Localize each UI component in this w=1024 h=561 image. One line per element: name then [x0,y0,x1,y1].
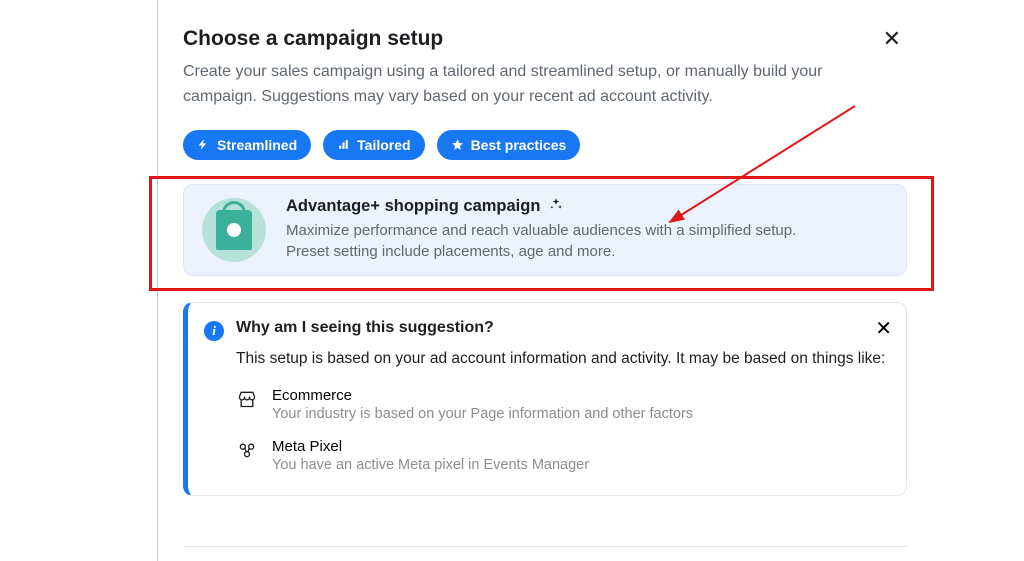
page-title: Choose a campaign setup [183,26,443,51]
option-advantage-shopping[interactable]: Advantage+ shopping campaign Maximize pe… [183,184,907,277]
sparkle-icon [549,197,563,216]
reason-pixel-title: Meta Pixel [272,438,589,455]
shopping-bag-icon [216,210,252,250]
campaign-setup-panel: Choose a campaign setup ✕ Create your sa… [183,26,907,496]
left-divider [157,0,158,561]
reason-pixel-sub: You have an active Meta pixel in Events … [272,457,589,473]
reason-meta-pixel: Meta Pixel You have an active Meta pixel… [236,438,886,473]
chip-streamlined-label: Streamlined [217,137,297,153]
bottom-divider [183,546,907,547]
chip-tailored[interactable]: Tailored [323,130,424,160]
suggestion-info-card: i Why am I seeing this suggestion? ✕ Thi… [183,302,907,496]
storefront-icon [236,387,258,409]
reason-ecommerce: Ecommerce Your industry is based on your… [236,387,886,422]
reason-ecommerce-sub: Your industry is based on your Page info… [272,406,693,422]
chip-tailored-label: Tailored [357,137,410,153]
page-subtitle: Create your sales campaign using a tailo… [183,60,883,110]
shopping-bag-avatar [202,198,266,262]
star-icon [451,138,464,151]
info-close-icon[interactable]: ✕ [875,319,892,339]
chip-streamlined[interactable]: Streamlined [183,130,311,160]
bar-chart-icon [337,138,350,151]
pixel-icon [236,438,258,460]
info-icon: i [204,321,224,341]
info-lead: This setup is based on your ad account i… [236,347,886,371]
chip-best-practices[interactable]: Best practices [437,130,581,160]
option-desc-line2: Preset setting include placements, age a… [286,243,615,260]
reason-ecommerce-title: Ecommerce [272,387,693,404]
close-icon[interactable]: ✕ [877,26,907,52]
option-title: Advantage+ shopping campaign [286,197,540,215]
option-desc: Maximize performance and reach valuable … [286,220,888,264]
info-title: Why am I seeing this suggestion? [236,319,886,337]
option-desc-line1: Maximize performance and reach valuable … [286,222,796,239]
feature-chips-row: Streamlined Tailored Best practices [183,130,907,160]
option-text: Advantage+ shopping campaign Maximize pe… [286,197,888,264]
chip-best-practices-label: Best practices [471,137,567,153]
lightning-icon [197,138,210,151]
